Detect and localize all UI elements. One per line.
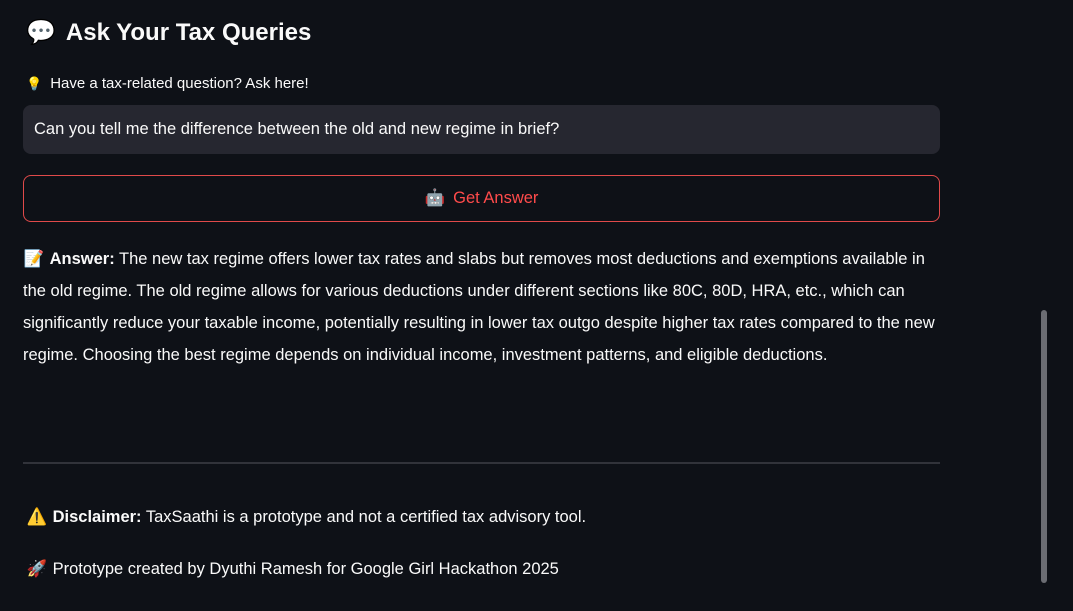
answer-body: The new tax regime offers lower tax rate… xyxy=(23,250,935,364)
page-title: 💬 Ask Your Tax Queries xyxy=(26,18,311,47)
robot-icon: 🤖 xyxy=(424,189,446,207)
credit: 🚀 Prototype created by Dyuthi Ramesh for… xyxy=(26,560,559,579)
question-label-text: Have a tax-related question? Ask here! xyxy=(50,75,309,92)
credit-text: Prototype created by Dyuthi Ramesh for G… xyxy=(52,560,559,578)
scrollbar[interactable] xyxy=(1041,310,1047,583)
get-answer-button[interactable]: 🤖 Get Answer xyxy=(23,175,940,222)
get-answer-label: Get Answer xyxy=(453,189,539,207)
question-input[interactable]: Can you tell me the difference between t… xyxy=(23,105,940,154)
lightbulb-icon: 💡 xyxy=(26,75,43,91)
divider xyxy=(23,462,940,464)
question-label: 💡 Have a tax-related question? Ask here! xyxy=(26,75,309,92)
disclaimer-label: Disclaimer: xyxy=(52,508,142,526)
warning-icon: ⚠️ xyxy=(26,508,48,526)
rocket-icon: 🚀 xyxy=(26,560,48,578)
disclaimer-text: TaxSaathi is a prototype and not a certi… xyxy=(145,508,587,526)
memo-icon: 📝 xyxy=(23,250,45,268)
page-title-text: Ask Your Tax Queries xyxy=(65,18,312,46)
answer-label: Answer: xyxy=(49,250,115,268)
answer-text: 📝 Answer: The new tax regime offers lowe… xyxy=(23,243,943,371)
disclaimer: ⚠️ Disclaimer: TaxSaathi is a prototype … xyxy=(26,508,586,527)
speech-bubble-icon: 💬 xyxy=(26,19,56,46)
